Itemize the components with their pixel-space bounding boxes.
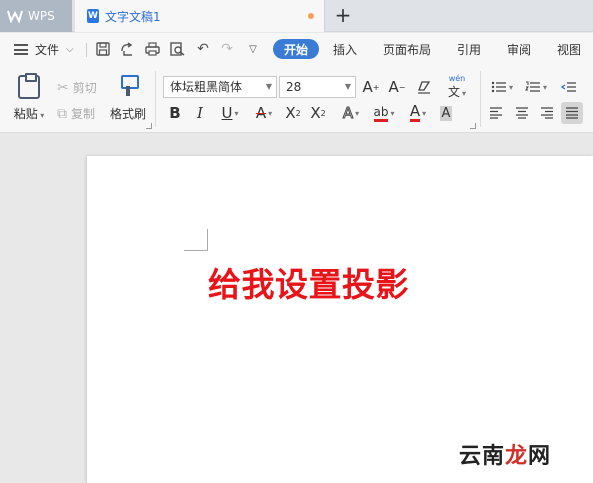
paste-label: 粘贴 [13,107,38,121]
document-tab[interactable]: W 文字文稿1 [75,0,325,32]
menu-tab-review[interactable]: 审阅 [507,41,531,58]
undo-icon[interactable]: ↶ [194,41,212,57]
menu-tab-view[interactable]: 视图 [557,41,581,58]
paste-icon [18,73,40,99]
watermark-part3: 网 [528,444,552,469]
italic-icon[interactable]: I [191,103,209,123]
copy-button[interactable]: ⧉ 复制 [57,105,95,122]
dropdown-arrow-icon: ▼ [265,82,272,91]
decrease-font-size-icon[interactable]: A − [387,77,407,97]
menu-divider [86,43,87,57]
bullet-list-icon[interactable]: ▾ [488,77,516,97]
wps-logo-icon [7,10,23,23]
underline-icon[interactable]: U ▾ [216,103,244,123]
document-tab-title: 文字文稿1 [105,9,161,24]
phonetic-guide-icon[interactable]: wén 文 ▾ [442,74,472,100]
menu-tab-references[interactable]: 引用 [457,41,481,58]
font-size-select[interactable]: 28 ▼ [279,76,356,98]
document-body-text[interactable]: 给我设置投影 [208,258,409,306]
superscript-icon[interactable]: X2 [283,103,303,123]
print-icon[interactable] [143,41,161,57]
justify-icon[interactable] [561,102,583,124]
redo-icon[interactable]: ↷ [218,41,236,57]
hamburger-icon [14,44,28,55]
highlight-color-icon[interactable]: ab ▾ [370,103,398,123]
strikethrough-icon[interactable]: A ▾ [250,103,278,123]
character-shading-icon[interactable]: A [437,103,455,123]
menu-tab-insert[interactable]: 插入 [333,41,357,58]
subscript-icon[interactable]: X2 [308,103,328,123]
copy-icon: ⧉ [57,105,67,122]
page-margin-marker [184,229,208,251]
copy-label: 复制 [71,107,96,121]
writer-doc-icon: W [87,9,99,23]
cut-label: 剪切 [72,81,97,95]
menu-tab-home[interactable]: 开始 [273,39,319,59]
print-preview-icon[interactable] [168,41,186,57]
tab-bar: WPS W 文字文稿1 + [0,0,593,32]
scissors-icon: ✂ [57,79,69,96]
phonetic-label: wén [448,74,466,83]
cut-button[interactable]: ✂ 剪切 [57,79,97,96]
unsaved-indicator-icon [308,13,314,19]
text-effect-icon[interactable]: A ▾ [337,103,365,123]
decrease-indent-icon[interactable] [558,77,580,97]
watermark-part1: 云南 [459,444,506,469]
ribbon-divider [155,71,156,127]
align-right-icon[interactable] [537,103,557,123]
file-menu-button[interactable]: 文件 ⌵ [14,41,74,58]
wps-tab-label: WPS [28,9,55,23]
menu-bar: 文件 ⌵ ↶ ↷ ▽ 开始 插入 页面布局 引用 审阅 视图 [0,33,593,65]
file-menu-label: 文件 [35,43,60,57]
bold-icon[interactable]: B [166,103,184,123]
font-name-value: 体坛粗黑简体 [170,80,243,94]
numbered-list-icon[interactable]: ▾ [522,77,550,97]
font-color-icon[interactable]: A ▾ [404,103,432,123]
clear-formatting-icon[interactable] [414,77,434,97]
watermark-part2: 龙 [505,444,529,469]
format-painter-label: 格式刷 [109,107,146,121]
chevron-down-icon: ⌵ [66,44,74,55]
ribbon-divider [480,71,481,127]
ribbon-toolbar: 粘贴 ▾ ✂ 剪切 ⧉ 复制 格式刷 体坛粗黑简体 ▼ 28 ▼ A + A − w… [0,65,593,133]
clipboard-dialog-launcher[interactable] [146,123,152,129]
increase-font-size-icon[interactable]: A + [361,77,381,97]
save-icon[interactable] [94,41,112,57]
align-left-icon[interactable] [486,103,506,123]
paste-button[interactable]: 粘贴 ▾ [12,73,46,122]
font-size-value: 28 [286,80,302,94]
export-icon[interactable] [118,41,136,57]
menu-tab-page-layout[interactable]: 页面布局 [383,41,431,58]
align-center-icon[interactable] [512,103,532,123]
font-dialog-launcher[interactable] [470,123,476,129]
font-name-select[interactable]: 体坛粗黑简体 ▼ [163,76,277,98]
site-watermark: 云南龙网 [459,438,551,470]
document-page[interactable] [87,156,593,483]
new-tab-button[interactable]: + [333,4,353,26]
format-painter-icon [119,75,139,97]
customize-toolbar-icon[interactable]: ▽ [244,41,262,57]
wps-home-tab[interactable]: WPS [0,0,72,32]
dropdown-arrow-icon: ▼ [344,82,351,91]
format-painter-button[interactable]: 格式刷 [108,75,148,122]
